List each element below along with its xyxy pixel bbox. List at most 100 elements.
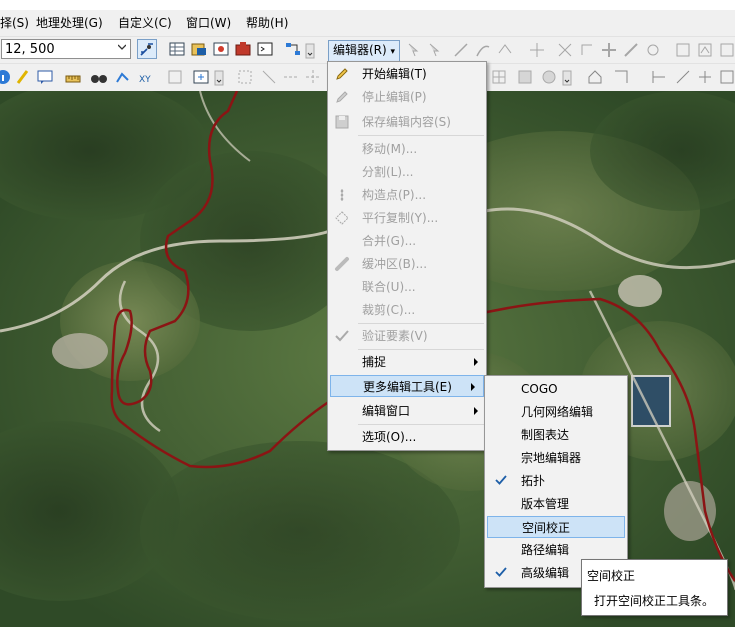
more-editing-tools-submenu: COGO 几何网络编辑 制图表达 宗地编辑器 拓扑 版本管理 空间校正 路径编辑… — [484, 375, 628, 588]
menu-item-copy-parallel[interactable]: 平行复制(Y)... — [328, 207, 486, 229]
shared-features-icon[interactable] — [516, 68, 534, 86]
menu-window[interactable]: 窗口(W) — [186, 14, 231, 31]
buffer-icon — [335, 257, 349, 271]
copy-parallel-icon — [335, 211, 349, 225]
map-topology-icon[interactable] — [490, 68, 508, 86]
submenu-item-representation[interactable]: 制图表达 — [485, 424, 627, 446]
editor-menu-button[interactable]: 编辑器(R) ▾ — [328, 40, 401, 62]
attributes-icon[interactable] — [674, 41, 692, 59]
submenu-arrow-icon — [471, 383, 475, 391]
menu-item-save-edits[interactable]: 保存编辑内容(S) — [328, 111, 486, 133]
menu-item-split[interactable]: 分割(L)... — [328, 161, 486, 183]
topology-edit-icon[interactable] — [282, 68, 300, 86]
menu-separator — [358, 135, 484, 136]
edit-annotation-icon[interactable] — [426, 41, 444, 59]
submenu-arrow-icon — [474, 358, 478, 366]
save-icon — [335, 115, 349, 129]
create-features-icon[interactable] — [718, 41, 735, 59]
search-window-icon[interactable] — [212, 40, 230, 58]
menu-item-options[interactable]: 选项(O)... — [328, 426, 486, 448]
menu-geoprocessing[interactable]: 地理处理(G) — [36, 14, 103, 31]
submenu-item-geometric-network[interactable]: 几何网络编辑 — [485, 401, 627, 423]
add-topology-icon[interactable] — [304, 68, 322, 86]
submenu-item-parcel-editor[interactable]: 宗地编辑器 — [485, 447, 627, 469]
menu-customize[interactable]: 自定义(C) — [118, 14, 172, 31]
pencil-icon — [336, 68, 348, 80]
advanced-edit-icon[interactable] — [612, 68, 630, 86]
sketch-properties-icon[interactable] — [696, 41, 714, 59]
map-scale-value: 12, 500 — [5, 42, 55, 57]
chevron-down-icon: ▾ — [390, 47, 396, 57]
menu-item-construct-points[interactable]: 构造点(P)... — [328, 184, 486, 206]
midpoint-icon[interactable] — [528, 41, 546, 59]
tooltip-description: 打开空间校正工具条。 — [594, 594, 715, 608]
submenu-item-versioning[interactable]: 版本管理 — [485, 493, 627, 515]
viewer-window-icon[interactable] — [192, 68, 210, 86]
fix-topology-icon[interactable] — [540, 68, 558, 86]
table-window-icon[interactable] — [168, 40, 186, 58]
menu-item-validate-features[interactable]: 验证要素(V) — [328, 325, 486, 347]
time-slider-icon[interactable] — [166, 68, 184, 86]
menu-item-stop-editing[interactable]: 停止编辑(P) — [328, 86, 486, 108]
chevron-down-icon[interactable] — [118, 43, 126, 51]
menu-item-snapping[interactable]: 捕捉 — [328, 351, 486, 373]
toolbar-overflow-icon[interactable] — [214, 70, 224, 86]
menu-item-start-editing[interactable]: 开始编辑(T) — [328, 63, 486, 85]
window-top-strip — [0, 0, 735, 10]
menu-item-clip[interactable]: 裁剪(C)... — [328, 299, 486, 321]
point-icon[interactable] — [496, 41, 514, 59]
editor-toolbar-toggle-icon[interactable] — [137, 39, 157, 59]
go-to-xy-icon[interactable]: XY — [138, 68, 156, 86]
find-route-icon[interactable] — [114, 68, 132, 86]
measure-icon[interactable] — [64, 68, 82, 86]
select-elements-icon[interactable] — [260, 68, 278, 86]
toolbar-overflow-icon[interactable] — [305, 43, 315, 59]
menu-item-more-editing-tools[interactable]: 更多编辑工具(E) — [330, 375, 484, 397]
menu-item-union[interactable]: 联合(U)... — [328, 276, 486, 298]
html-popup-icon[interactable] — [36, 68, 54, 86]
submenu-item-route-editing[interactable]: 路径编辑 — [485, 539, 627, 561]
submenu-item-spatial-adjustment[interactable]: 空间校正 — [487, 516, 625, 538]
submenu-item-cogo[interactable]: COGO — [485, 378, 627, 400]
python-window-icon[interactable] — [256, 40, 274, 58]
menu-help[interactable]: 帮助(H) — [246, 14, 288, 31]
menu-item-move[interactable]: 移动(M)... — [328, 138, 486, 160]
editor-dropdown-menu: 开始编辑(T) 停止编辑(P) 保存编辑内容(S) 移动(M)... 分割(L)… — [327, 61, 487, 451]
checkmark-icon — [495, 475, 507, 485]
rotate-icon[interactable] — [644, 41, 662, 59]
catalog-icon[interactable] — [190, 40, 208, 58]
menu-item-buffer[interactable]: 缓冲区(B)... — [328, 253, 486, 275]
validate-icon — [335, 330, 349, 342]
editor-menu-label: 编辑器(R) — [333, 43, 387, 57]
edit-tool-icon[interactable] — [404, 41, 422, 59]
home-icon[interactable] — [586, 68, 604, 86]
menu-item-merge[interactable]: 合并(G)... — [328, 230, 486, 252]
hyperlink-icon[interactable] — [14, 68, 32, 86]
trim-icon[interactable] — [674, 68, 692, 86]
identify-icon[interactable] — [0, 68, 12, 86]
model-builder-icon[interactable] — [284, 40, 302, 58]
menu-separator — [358, 323, 484, 324]
arctoolbox-icon[interactable] — [234, 40, 252, 58]
menu-selection[interactable]: 择(S) — [0, 14, 29, 31]
svg-text:XY: XY — [139, 75, 151, 85]
trace-icon[interactable] — [474, 41, 492, 59]
explode-icon[interactable] — [718, 68, 735, 86]
toolbar-overflow-icon[interactable] — [562, 70, 572, 86]
cut-polygons-icon[interactable] — [600, 41, 618, 59]
map-scale-combobox[interactable]: 12, 500 — [1, 39, 131, 59]
construct-points-icon — [340, 189, 344, 201]
pencil-stop-icon — [336, 91, 348, 103]
checkmark-icon — [495, 567, 507, 577]
menu-item-editing-windows[interactable]: 编辑窗口 — [328, 400, 486, 422]
split-tool-icon[interactable] — [556, 41, 574, 59]
find-binoculars-icon[interactable] — [90, 68, 108, 86]
reshape-icon[interactable] — [622, 41, 640, 59]
extend-icon[interactable] — [650, 68, 668, 86]
rotate-tool-icon[interactable] — [578, 41, 596, 59]
menu-separator — [358, 349, 484, 350]
line-intersection-icon[interactable] — [696, 68, 714, 86]
straight-segment-icon[interactable] — [452, 41, 470, 59]
submenu-item-topology[interactable]: 拓扑 — [485, 470, 627, 492]
clear-selection-icon[interactable] — [236, 68, 254, 86]
